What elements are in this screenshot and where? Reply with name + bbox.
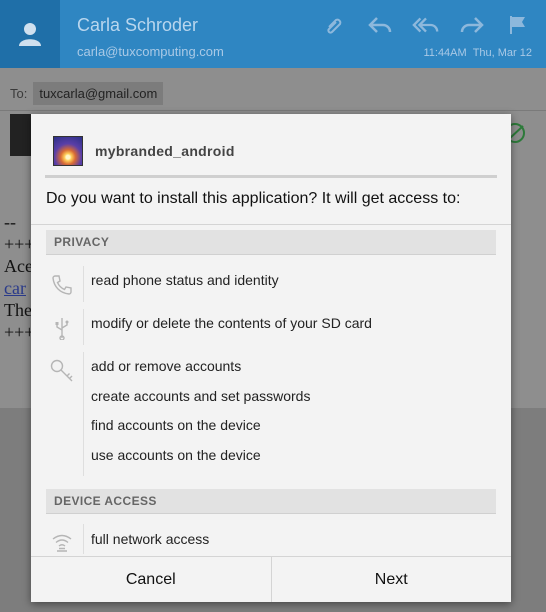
phone-icon	[49, 272, 75, 298]
next-button[interactable]: Next	[272, 557, 512, 602]
app-name: mybranded_android	[95, 143, 235, 159]
permission-item: modify or delete the contents of your SD…	[91, 315, 372, 331]
section-divider	[46, 513, 496, 514]
permission-bar	[83, 309, 84, 345]
permission-item: add or remove accounts	[91, 358, 242, 374]
question-divider	[31, 224, 511, 225]
recipient-chip[interactable]: tuxcarla@gmail.com	[33, 82, 164, 105]
body-line: The	[4, 300, 32, 320]
permission-bar	[83, 352, 84, 476]
permission-bar	[83, 266, 84, 302]
message-body: -- +++ Ace car The +++	[4, 211, 34, 343]
sender-avatar[interactable]	[0, 0, 60, 68]
recipient-row: To: tuxcarla@gmail.com	[10, 82, 164, 105]
sender-name: Carla Schroder	[77, 15, 199, 35]
body-line: +++	[4, 322, 35, 342]
person-icon	[19, 23, 41, 46]
body-line: --	[4, 212, 16, 232]
install-dialog: mybranded_android Do you want to install…	[31, 114, 511, 602]
permission-item: find accounts on the device	[91, 417, 261, 433]
section-header-device-access: DEVICE ACCESS	[46, 489, 496, 513]
body-line: Ace	[4, 256, 33, 276]
permission-bar	[83, 524, 84, 554]
message-date: Thu, Mar 12	[472, 47, 532, 59]
to-label: To:	[10, 86, 28, 101]
cancel-button[interactable]: Cancel	[31, 557, 271, 602]
permission-item: full network access	[91, 531, 210, 547]
key-icon	[49, 358, 75, 384]
message-actions	[320, 12, 532, 38]
dialog-title-bar: mybranded_android	[31, 114, 511, 176]
dialog-button-bar: Cancel Next	[31, 556, 511, 602]
attachment-thumbnail[interactable]	[10, 114, 32, 156]
reply-icon[interactable]	[366, 12, 394, 38]
install-question: Do you want to install this application?…	[46, 190, 461, 207]
attach-icon[interactable]	[320, 12, 348, 38]
reply-all-icon[interactable]	[412, 12, 440, 38]
permission-item: read phone status and identity	[91, 272, 279, 288]
app-icon	[53, 136, 83, 166]
divider	[0, 110, 546, 111]
flag-icon[interactable]	[504, 12, 532, 38]
section-divider	[46, 254, 496, 255]
sender-email: carla@tuxcomputing.com	[77, 44, 224, 59]
title-divider	[45, 175, 497, 178]
permission-item: use accounts on the device	[91, 447, 261, 463]
forward-icon[interactable]	[458, 12, 486, 38]
message-timestamp: 11:44AM Thu, Mar 12	[417, 47, 532, 59]
email-header: Carla Schroder carla@tuxcomputing.com 11…	[0, 0, 546, 68]
message-time: 11:44AM	[423, 47, 467, 59]
body-line: +++	[4, 234, 35, 254]
usb-icon	[49, 315, 75, 341]
body-link[interactable]: car	[4, 277, 34, 299]
section-header-privacy: PRIVACY	[46, 230, 496, 254]
wifi-icon	[49, 530, 75, 556]
permission-item: create accounts and set passwords	[91, 388, 311, 404]
